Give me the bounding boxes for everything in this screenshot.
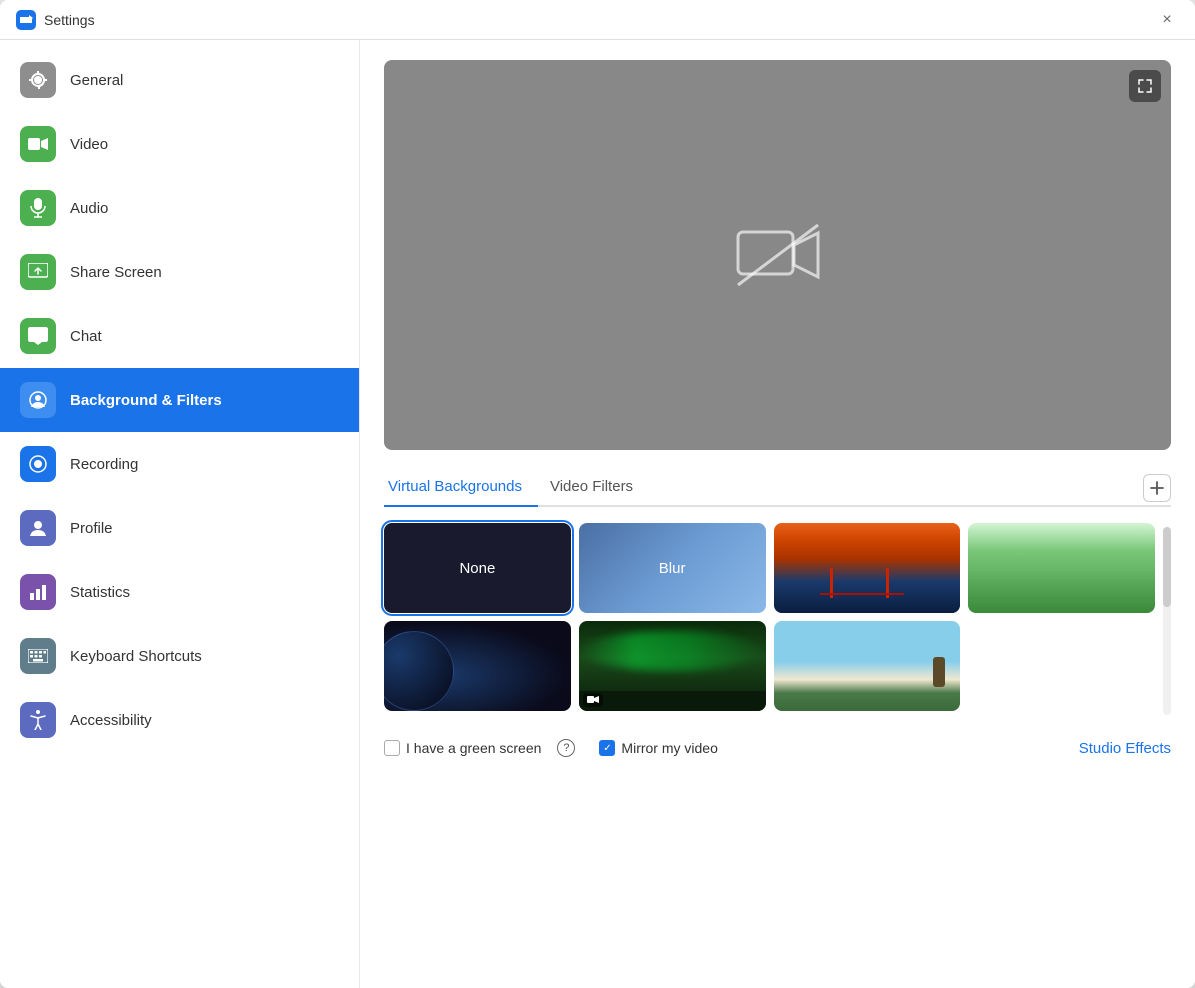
background-grass[interactable] [968, 523, 1155, 613]
sidebar-item-chat[interactable]: Chat [0, 304, 359, 368]
sidebar-item-general[interactable]: General [0, 48, 359, 112]
mirror-video-label: Mirror my video [621, 740, 717, 756]
green-screen-wrapper: I have a green screen [384, 740, 541, 756]
grass-detail [968, 523, 1155, 613]
green-screen-help-icon[interactable]: ? [557, 739, 575, 757]
sidebar-item-keyboard-shortcuts[interactable]: Keyboard Shortcuts [0, 624, 359, 688]
sidebar-item-audio[interactable]: Audio [0, 176, 359, 240]
sidebar-label-accessibility: Accessibility [70, 712, 152, 729]
background-blur-label: Blur [659, 560, 686, 577]
settings-window: Settings × General [0, 0, 1195, 988]
palm-tree [933, 657, 945, 687]
bridge-sky [774, 523, 961, 613]
sidebar-label-bg-filters: Background & Filters [70, 392, 222, 409]
backgrounds-grid-container: None Blur [384, 523, 1155, 719]
sidebar-item-statistics[interactable]: Statistics [0, 560, 359, 624]
tab-virtual-backgrounds[interactable]: Virtual Backgrounds [384, 470, 538, 507]
main-panel: Virtual Backgrounds Video Filters [360, 40, 1195, 988]
mirror-video-wrapper: ✓ Mirror my video [599, 740, 717, 756]
background-filters-icon [20, 382, 56, 418]
tabs-row: Virtual Backgrounds Video Filters [384, 470, 1171, 507]
empty-cell [968, 621, 1155, 711]
audio-icon [20, 190, 56, 226]
space-planet [384, 631, 454, 711]
sidebar-item-recording[interactable]: Recording [0, 432, 359, 496]
sidebar-item-share-screen[interactable]: Share Screen [0, 240, 359, 304]
keyboard-icon [20, 638, 56, 674]
background-beach[interactable] [774, 621, 961, 711]
aurora-video-badge [583, 693, 603, 707]
sidebar-label-video: Video [70, 136, 108, 153]
window-title: Settings [44, 12, 95, 28]
scrollbar-thumb[interactable] [1163, 527, 1171, 607]
sidebar-label-recording: Recording [70, 456, 138, 473]
background-bridge[interactable] [774, 523, 961, 613]
backgrounds-area: None Blur [384, 523, 1171, 719]
backgrounds-row-2 [384, 621, 1155, 711]
sidebar: General Video [0, 40, 360, 988]
sidebar-label-keyboard: Keyboard Shortcuts [70, 648, 202, 665]
bridge-cable [820, 593, 904, 595]
background-blur[interactable]: Blur [579, 523, 766, 613]
background-none-label: None [459, 560, 495, 577]
content-area: General Video [0, 40, 1195, 988]
tab-video-filters[interactable]: Video Filters [546, 470, 649, 507]
chat-icon [20, 318, 56, 354]
studio-effects-link[interactable]: Studio Effects [1079, 740, 1171, 757]
app-icon [16, 10, 36, 30]
background-aurora[interactable] [579, 621, 766, 711]
green-screen-label: I have a green screen [406, 740, 541, 756]
bottom-controls: I have a green screen ? ✓ Mirror my vide… [384, 727, 1171, 757]
sidebar-label-profile: Profile [70, 520, 113, 537]
sidebar-item-background-filters[interactable]: Background & Filters [0, 368, 359, 432]
backgrounds-row-1: None Blur [384, 523, 1155, 613]
recording-icon [20, 446, 56, 482]
aurora-glow [579, 631, 766, 671]
titlebar: Settings × [0, 0, 1195, 40]
background-none[interactable]: None [384, 523, 571, 613]
sidebar-item-accessibility[interactable]: Accessibility [0, 688, 359, 752]
scrollbar-track[interactable] [1163, 527, 1171, 715]
green-screen-checkbox[interactable] [384, 740, 400, 756]
titlebar-left: Settings [16, 10, 95, 30]
background-space[interactable] [384, 621, 571, 711]
add-background-button[interactable] [1143, 474, 1171, 502]
sidebar-label-chat: Chat [70, 328, 102, 345]
accessibility-icon [20, 702, 56, 738]
video-icon [20, 126, 56, 162]
sidebar-label-statistics: Statistics [70, 584, 130, 601]
video-expand-button[interactable] [1129, 70, 1161, 102]
sidebar-item-video[interactable]: Video [0, 112, 359, 176]
aurora-trees [579, 691, 766, 711]
video-preview [384, 60, 1171, 450]
mirror-video-checkbox[interactable]: ✓ [599, 740, 615, 756]
statistics-icon [20, 574, 56, 610]
close-button[interactable]: × [1155, 8, 1179, 32]
sidebar-label-audio: Audio [70, 200, 108, 217]
gear-icon [20, 62, 56, 98]
sidebar-label-general: General [70, 72, 123, 89]
share-screen-icon [20, 254, 56, 290]
sidebar-item-profile[interactable]: Profile [0, 496, 359, 560]
sidebar-label-share-screen: Share Screen [70, 264, 162, 281]
profile-icon [20, 510, 56, 546]
beach-detail [774, 621, 961, 711]
camera-off-icon [733, 220, 823, 290]
